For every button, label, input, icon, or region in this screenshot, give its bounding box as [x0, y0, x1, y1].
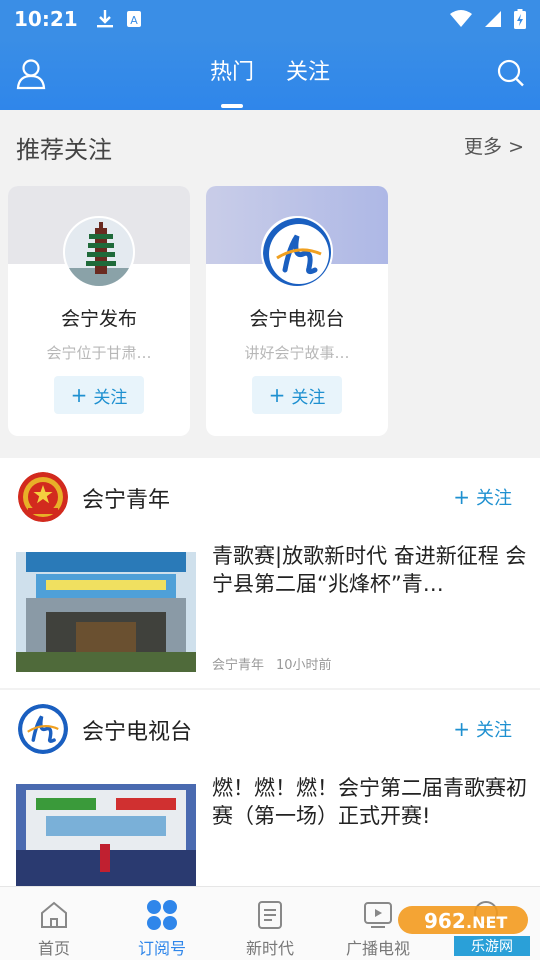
svg-text:乐游网: 乐游网 — [471, 939, 513, 955]
recommend-card[interactable]: 会宁发布 会宁位于甘肃… + 关注 — [8, 186, 190, 436]
plus-icon: + — [268, 383, 286, 407]
source-name[interactable]: 会宁青年 — [82, 482, 170, 514]
article-thumbnail — [16, 552, 196, 672]
tv-icon — [364, 902, 392, 928]
document-icon — [258, 901, 282, 929]
recommend-card[interactable]: 会宁电视台 讲好会宁故事… + 关注 — [206, 186, 388, 436]
status-time: 10:21 — [14, 7, 78, 31]
article-time: 10小时前 — [276, 658, 332, 673]
pagoda-image — [65, 218, 133, 286]
account-description: 讲好会宁故事… — [244, 344, 350, 362]
plus-icon: + — [453, 717, 470, 741]
feed-card: 会宁电视台 + 关注 燃！燃！燃！会宁第二届青歌赛初赛（第一场）正式开赛! — [0, 690, 540, 904]
recommend-section: 推荐关注 更多 > 会宁发布 会宁位于甘肃… + 关注 会宁电视台 讲好会宁故事… — [0, 110, 540, 446]
avatar — [261, 216, 333, 288]
plus-icon: + — [453, 485, 470, 509]
tab-hot[interactable]: 热门 — [210, 38, 254, 110]
nav-label: 订阅号 — [137, 939, 186, 958]
feed-card: 会宁青年 + 关注 青歌赛|放歌新时代 奋进新征程 会宁县第二届“兆烽杯”青… … — [0, 458, 540, 688]
nav-subscriptions[interactable]: 订阅号 — [108, 887, 216, 960]
nav-label: 新时代 — [245, 939, 294, 958]
source-name[interactable]: 会宁电视台 — [82, 714, 192, 746]
site-watermark: 962 .NET 乐游网 — [394, 898, 534, 958]
article-source: 会宁青年 — [212, 658, 265, 673]
svg-text:A: A — [130, 14, 138, 27]
account-name: 会宁发布 — [60, 308, 137, 330]
feed-source-header: 会宁青年 + 关注 — [0, 458, 540, 538]
battery-icon — [514, 9, 526, 29]
top-header: 热门 关注 — [0, 38, 540, 110]
nav-label: 首页 — [37, 939, 70, 958]
follow-button[interactable]: + 关注 — [54, 376, 144, 414]
account-name: 会宁电视台 — [249, 308, 345, 330]
follow-label: 关注 — [93, 387, 128, 408]
nav-home[interactable]: 首页 — [0, 887, 108, 960]
app-notification-icon: A — [126, 11, 141, 27]
home-icon — [41, 901, 67, 928]
more-link[interactable]: 更多 > — [464, 132, 524, 159]
follow-button[interactable]: + 关注 — [453, 716, 512, 742]
wifi-icon — [450, 10, 472, 27]
svg-text:.NET: .NET — [466, 913, 507, 932]
svg-text:962: 962 — [424, 909, 466, 933]
subscribe-icon — [147, 900, 177, 930]
tv-station-logo — [263, 218, 331, 286]
article-title: 青歌赛|放歌新时代 奋进新征程 会宁县第二届“兆烽杯”青… — [212, 544, 527, 596]
top-tabs: 热门 关注 — [0, 38, 540, 110]
status-bar: 10:21 A — [0, 0, 540, 38]
search-icon — [497, 59, 524, 87]
recommend-title: 推荐关注 — [16, 136, 112, 164]
follow-label: 关注 — [476, 720, 512, 741]
avatar — [63, 216, 135, 288]
follow-button[interactable]: + 关注 — [453, 484, 512, 510]
signal-icon — [485, 11, 501, 27]
status-system — [450, 9, 526, 29]
tv-station-logo — [18, 704, 68, 754]
status-notifications: A — [96, 9, 142, 29]
search-button[interactable] — [496, 58, 526, 90]
follow-label: 关注 — [476, 488, 512, 509]
download-icon — [96, 10, 113, 28]
user-button[interactable] — [16, 58, 46, 90]
feed-source-header: 会宁电视台 + 关注 — [0, 690, 540, 770]
nav-new-era[interactable]: 新时代 — [216, 887, 324, 960]
plus-icon: + — [70, 383, 88, 407]
user-icon — [16, 59, 46, 90]
follow-label: 关注 — [291, 387, 326, 408]
article-meta: 会宁青年 10小时前 — [212, 654, 332, 673]
article-title: 燃！燃！燃！会宁第二届青歌赛初赛（第一场）正式开赛! — [212, 776, 527, 828]
tab-following[interactable]: 关注 — [286, 38, 330, 110]
account-description: 会宁位于甘肃… — [46, 344, 152, 362]
youth-league-logo — [18, 472, 68, 522]
follow-button[interactable]: + 关注 — [252, 376, 342, 414]
